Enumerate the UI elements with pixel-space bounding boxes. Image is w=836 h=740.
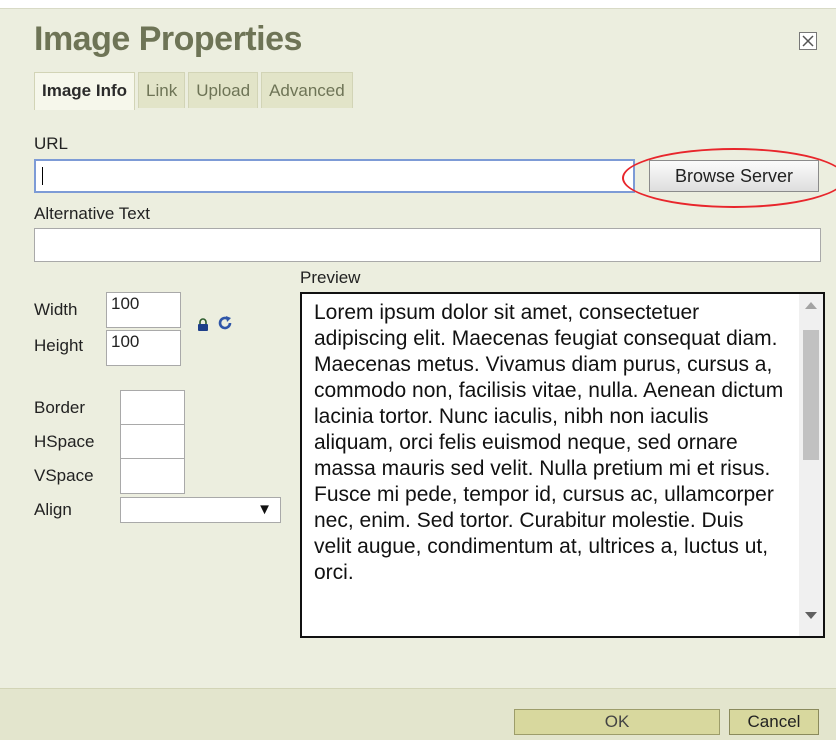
width-input[interactable]: 100 (106, 292, 181, 328)
hspace-label: HSpace (34, 432, 95, 451)
height-input[interactable]: 100 (106, 330, 181, 366)
preview-text: Lorem ipsum dolor sit amet, consectetuer… (314, 301, 784, 584)
vspace-label: VSpace (34, 466, 94, 485)
width-label: Width (34, 300, 78, 319)
browse-server-button[interactable]: Browse Server (649, 160, 819, 192)
alt-text-input[interactable] (34, 228, 821, 262)
align-label: Align (34, 500, 72, 519)
scroll-up-arrow-icon[interactable] (805, 302, 817, 309)
chevron-down-icon: ▼ (257, 501, 272, 518)
tab-upload[interactable]: Upload (188, 72, 259, 108)
preview-label: Preview (300, 268, 361, 287)
ok-button[interactable]: OK (514, 709, 720, 735)
tab-bar: Image Info Link Upload Advanced (34, 72, 356, 110)
refresh-icon[interactable] (216, 314, 234, 337)
hspace-input[interactable] (120, 424, 185, 460)
lock-icon[interactable] (197, 318, 209, 337)
url-input[interactable] (34, 159, 635, 193)
image-info-panel: URL Browse Server Alternative Text Width… (20, 108, 836, 668)
text-caret (42, 167, 43, 185)
preview-area[interactable]: Lorem ipsum dolor sit amet, consectetuer… (300, 292, 825, 638)
tab-image-info[interactable]: Image Info (34, 72, 136, 110)
width-value: 100 (111, 294, 140, 313)
align-select[interactable]: ▼ (120, 497, 281, 523)
alt-text-label: Alternative Text (34, 204, 150, 223)
close-button[interactable] (799, 32, 817, 50)
border-label: Border (34, 398, 86, 417)
border-input[interactable] (120, 390, 185, 426)
cancel-button[interactable]: Cancel (729, 709, 819, 735)
url-label: URL (34, 134, 69, 153)
vspace-input[interactable] (120, 458, 185, 494)
dialog-footer: OK Cancel (0, 688, 836, 740)
scroll-thumb[interactable] (803, 330, 819, 460)
tab-link[interactable]: Link (138, 72, 186, 108)
close-icon (802, 35, 814, 47)
preview-scrollbar[interactable] (799, 294, 823, 636)
tab-advanced[interactable]: Advanced (261, 72, 353, 108)
height-value: 100 (111, 332, 140, 351)
scroll-down-arrow-icon[interactable] (805, 612, 817, 619)
dialog-title: Image Properties (34, 20, 302, 58)
top-strip (0, 0, 836, 9)
height-label: Height (34, 336, 84, 355)
